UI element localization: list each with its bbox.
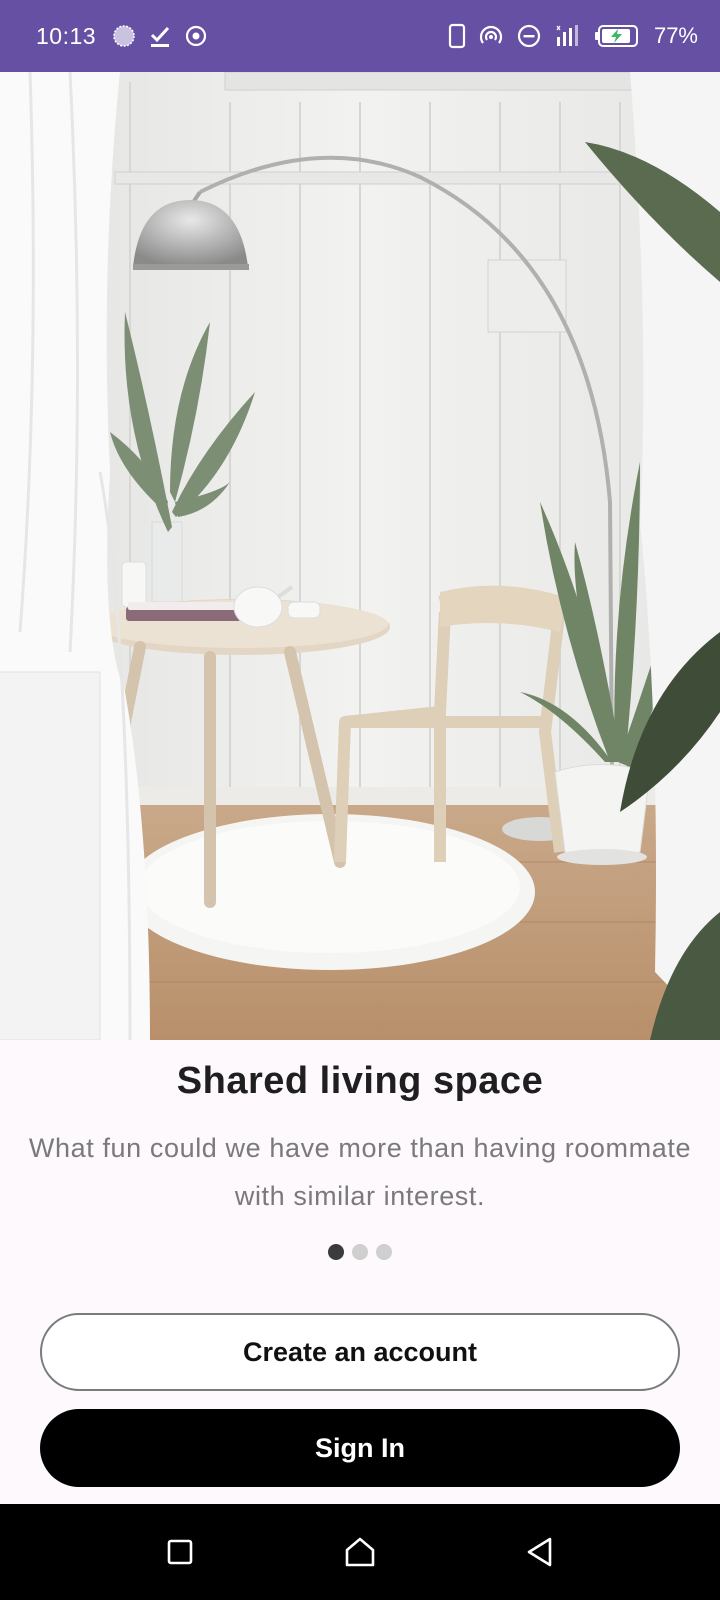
page-dot-1[interactable] bbox=[328, 1244, 344, 1260]
create-account-button[interactable]: Create an account bbox=[40, 1313, 680, 1391]
page-dot-3[interactable] bbox=[376, 1244, 392, 1260]
recents-icon[interactable] bbox=[150, 1522, 210, 1582]
status-time: 10:13 bbox=[36, 22, 97, 49]
check-download-icon bbox=[148, 24, 172, 48]
target-icon bbox=[184, 24, 208, 48]
status-bar: 10:13 77% bbox=[0, 0, 720, 72]
navigation-bar bbox=[0, 1504, 720, 1600]
home-icon[interactable] bbox=[330, 1522, 390, 1582]
phone-icon bbox=[448, 23, 466, 49]
living-room-photo bbox=[0, 72, 720, 1040]
hotspot-icon bbox=[478, 23, 504, 49]
page-dot-2[interactable] bbox=[352, 1244, 368, 1260]
battery-percentage: 77% bbox=[653, 23, 698, 48]
onboarding-subtitle: What fun could we have more than having … bbox=[28, 1133, 692, 1211]
dnd-icon bbox=[516, 23, 542, 49]
circle-dots-icon bbox=[112, 24, 136, 48]
status-left: 10:13 bbox=[36, 23, 208, 50]
page-indicator bbox=[0, 1244, 720, 1260]
status-right: 77% bbox=[448, 23, 698, 49]
signal-icon bbox=[554, 23, 582, 49]
onboarding-title: Shared living space bbox=[176, 1060, 544, 1102]
battery-charging-icon bbox=[594, 24, 640, 48]
back-icon[interactable] bbox=[510, 1522, 570, 1582]
sign-in-button[interactable]: Sign In bbox=[40, 1409, 680, 1487]
